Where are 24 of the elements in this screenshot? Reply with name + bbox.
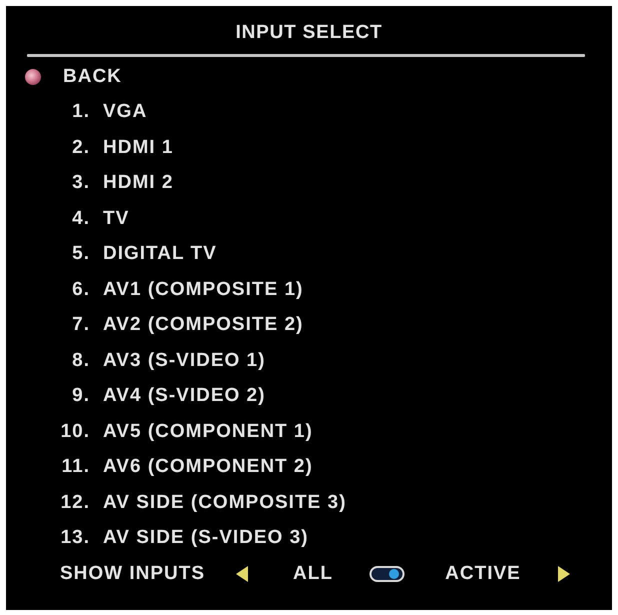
circle-icon: [25, 68, 41, 85]
option-label: ACTIVE: [444, 563, 522, 585]
menu-item[interactable]: 11. AV6 (COMPONENT 2): [60, 456, 313, 478]
toggle-switch-icon[interactable]: [369, 565, 405, 583]
left-triangle-icon: [236, 566, 248, 582]
menu-item[interactable]: 13. AV SIDE (S-VIDEO 3): [60, 527, 309, 550]
right-arrow-button[interactable]: [558, 566, 570, 582]
menu-item[interactable]: 3. HDMI 2: [60, 172, 174, 194]
menu-item[interactable]: 6. AV1 (COMPOSITE 1): [60, 278, 304, 301]
menu-item[interactable]: 10. AV5 (COMPONENT 1): [60, 420, 313, 443]
right-triangle-icon: [558, 566, 570, 582]
show-inputs-label: SHOW INPUTS: [60, 563, 206, 585]
menu-item[interactable]: 2. HDMI 1: [60, 136, 174, 159]
menu-item[interactable]: 1. VGA: [60, 101, 148, 124]
menu-item[interactable]: 4. TV: [60, 208, 130, 230]
back-menu-item[interactable]: BACK: [25, 66, 122, 88]
menu-item[interactable]: 5. DIGITAL TV: [60, 243, 217, 266]
option-label: ALL: [292, 563, 334, 585]
menu-item[interactable]: 8. AV3 (S-VIDEO 1): [60, 350, 266, 372]
left-arrow-button[interactable]: [236, 566, 248, 582]
menu-item[interactable]: 9. AV4 (S-VIDEO 2): [60, 385, 266, 408]
menu-item[interactable]: 12. AV SIDE (COMPOSITE 3): [60, 492, 346, 514]
menu-item[interactable]: 7. AV2 (COMPOSITE 2): [60, 314, 304, 336]
menu-title: INPUT SELECT: [236, 22, 382, 44]
